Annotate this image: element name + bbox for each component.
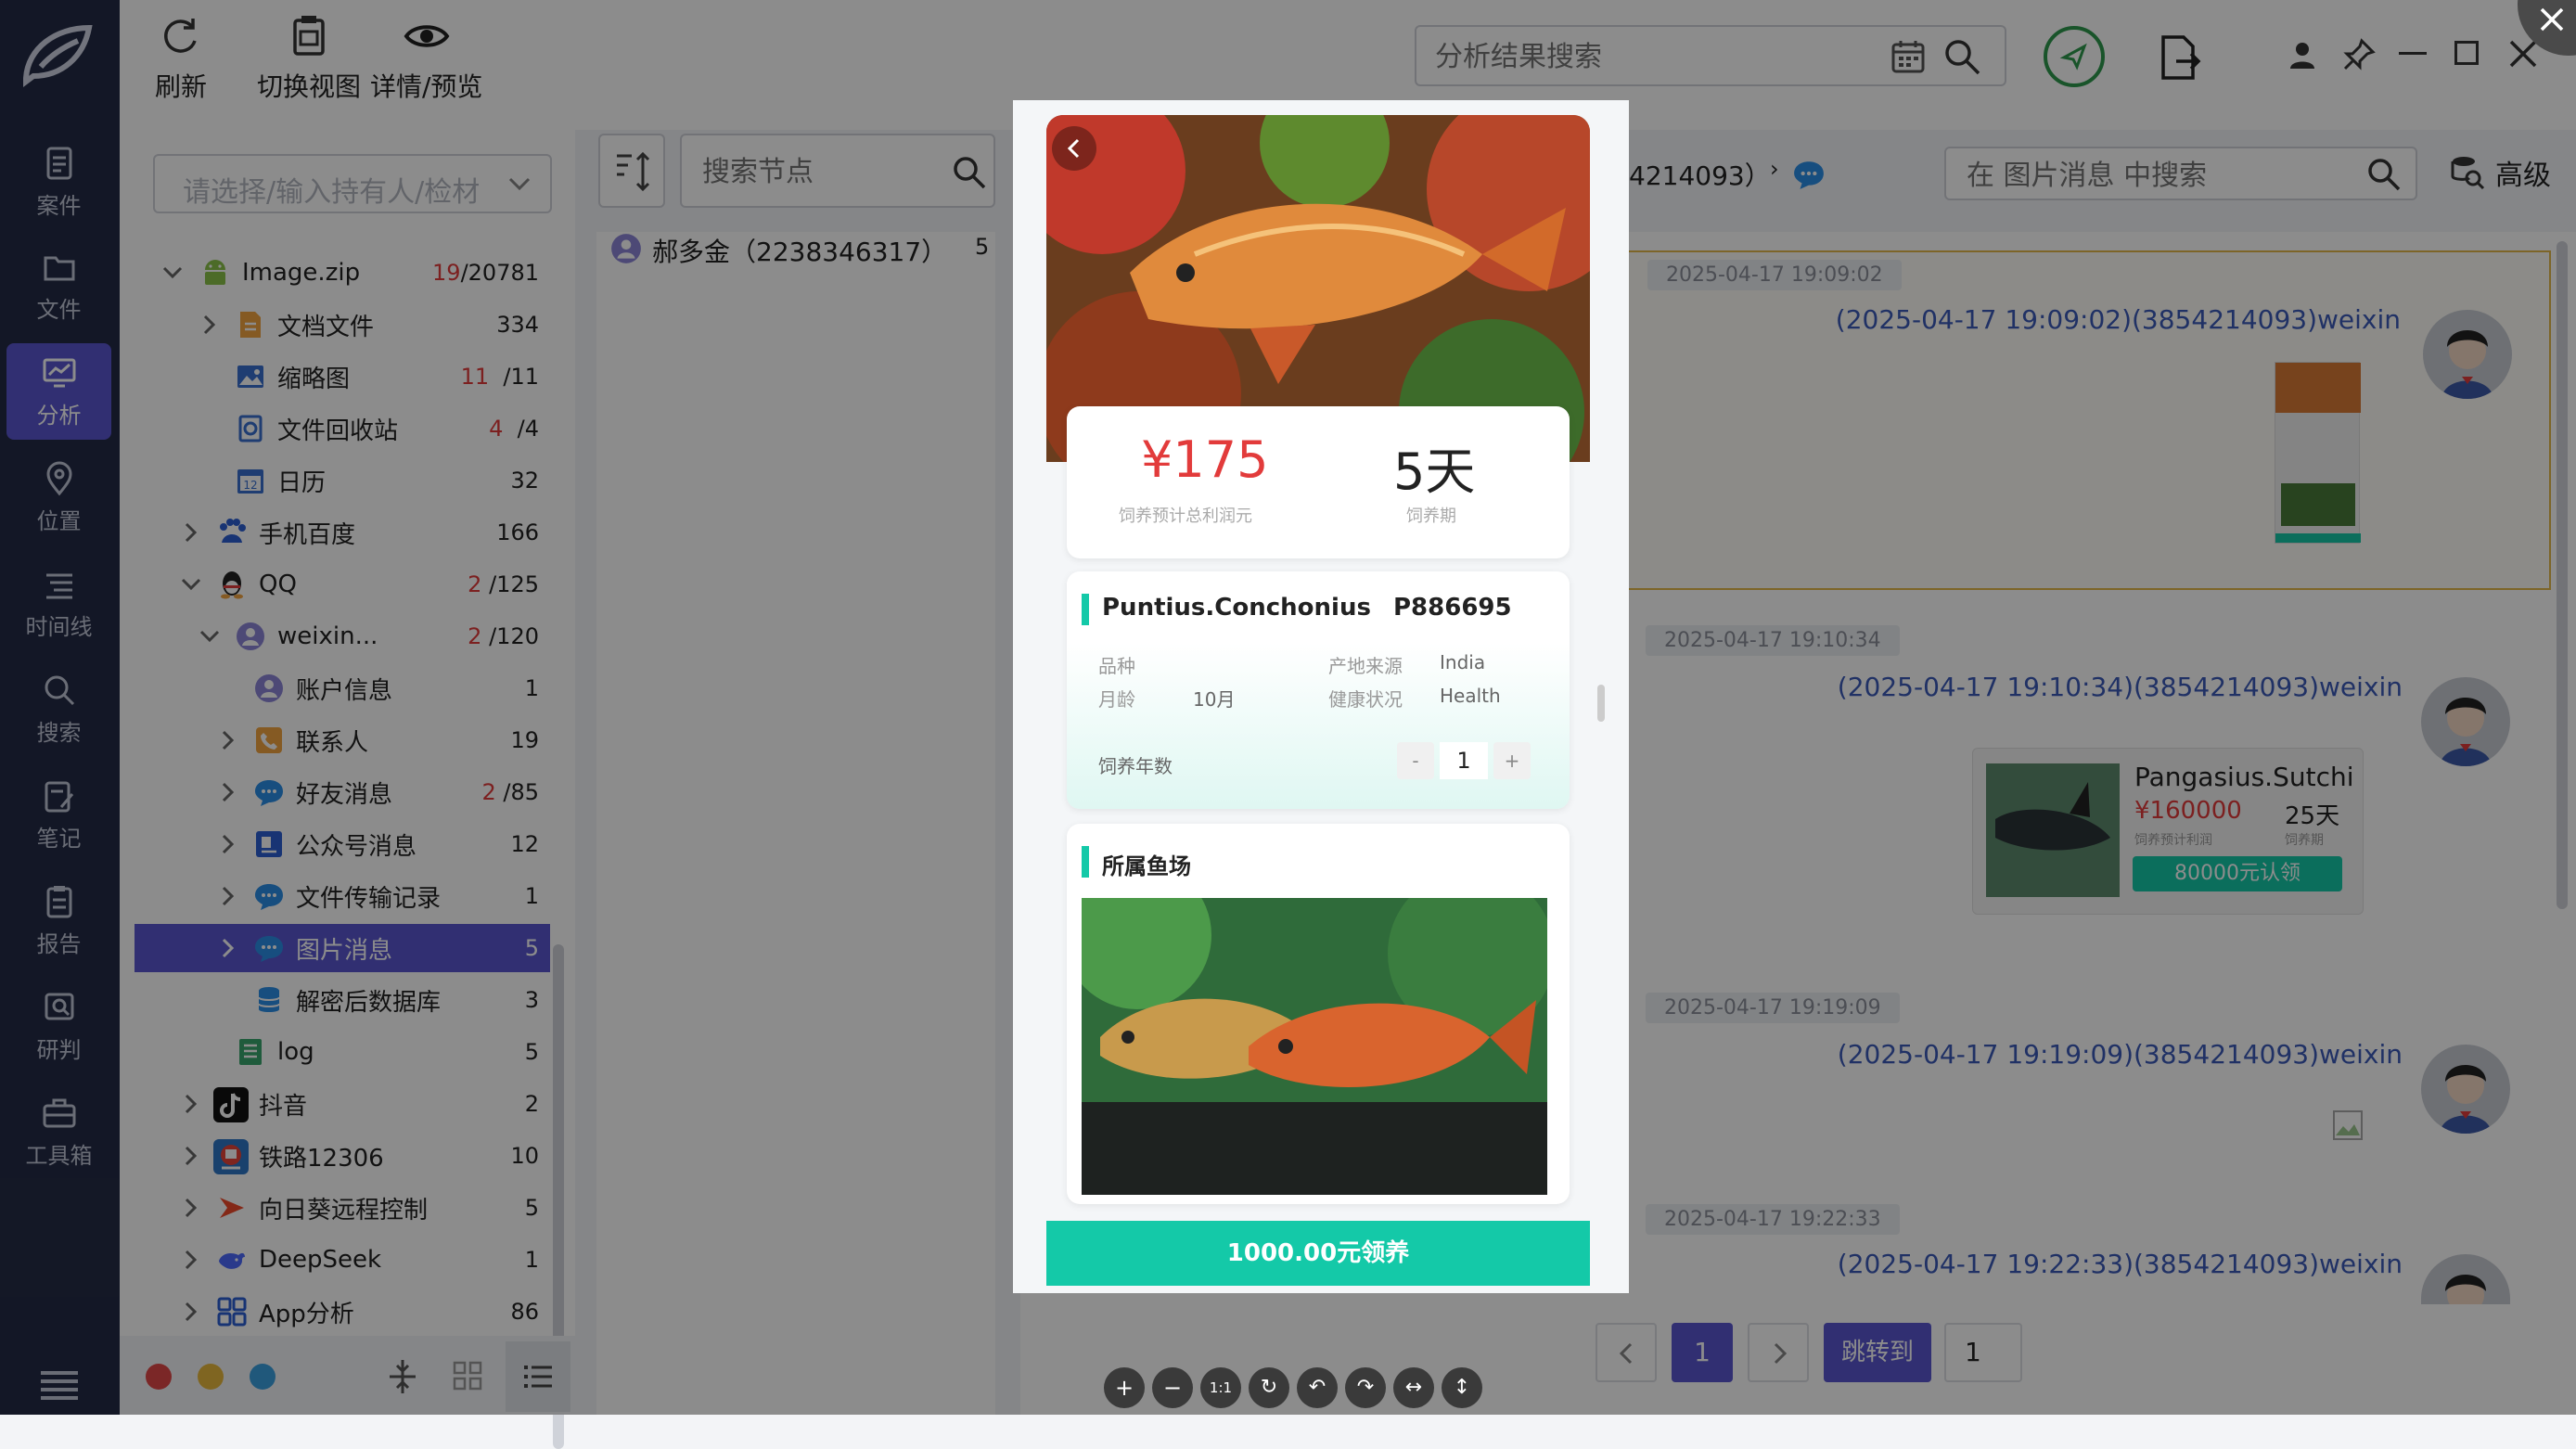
zoom-in-button[interactable]: + [1104,1367,1145,1408]
flip-horizontal-button[interactable]: ↔ [1393,1367,1434,1408]
years-label: 饲养年数 [1098,755,1173,777]
rotate-left-button[interactable]: ↶ [1297,1367,1338,1408]
zoom-out-button[interactable]: − [1152,1367,1193,1408]
row1-key2: 产地来源 [1328,655,1403,677]
row2-value1: 10月 [1193,688,1236,711]
adopt-button[interactable]: 1000.00元领养 [1046,1221,1590,1286]
row2-key1: 月龄 [1098,688,1135,711]
price-card: ¥175 饲养预计总利润元 5天 饲养期 [1067,406,1570,558]
rotate-right-button[interactable]: ↷ [1345,1367,1386,1408]
back-button[interactable] [1052,126,1096,171]
species-code: P886695 [1393,594,1512,622]
qty-minus-button[interactable]: - [1397,742,1434,779]
viewer-controls: + − 1:1 ↻ ↶ ↷ ↔ ↕ [1104,1367,1484,1414]
row1-key1: 品种 [1098,655,1135,677]
row2-key2: 健康状况 [1328,688,1403,711]
farm-section-title: 所属鱼场 [1102,853,1191,879]
days-value: 5天 [1393,442,1476,501]
row2-value2: Health [1440,685,1501,707]
close-icon [2540,7,2564,32]
farm-card: 所属鱼场 [1067,824,1570,1204]
viewer-scroll-thumb[interactable] [1597,685,1605,722]
reset-button[interactable]: ↻ [1249,1367,1289,1408]
chevron-left-icon [1067,138,1080,159]
image-viewer: ¥175 饲养预计总利润元 5天 饲养期 Puntius.Conchonius … [1013,100,1629,1293]
price-caption: 饲养预计总利润元 [1119,507,1252,526]
flip-vertical-button[interactable]: ↕ [1442,1367,1482,1408]
days-caption: 饲养期 [1406,507,1456,526]
price-value: ¥175 [1141,430,1269,489]
actual-size-button[interactable]: 1:1 [1200,1367,1241,1408]
farm-fish-image [1082,898,1547,1195]
qty-plus-button[interactable]: + [1493,742,1531,779]
species-info-card: Puntius.Conchonius P886695 品种 产地来源 India… [1067,571,1570,809]
qty-value[interactable]: 1 [1440,742,1488,779]
species-name: Puntius.Conchonius [1102,594,1371,622]
row1-value2: India [1440,651,1486,673]
